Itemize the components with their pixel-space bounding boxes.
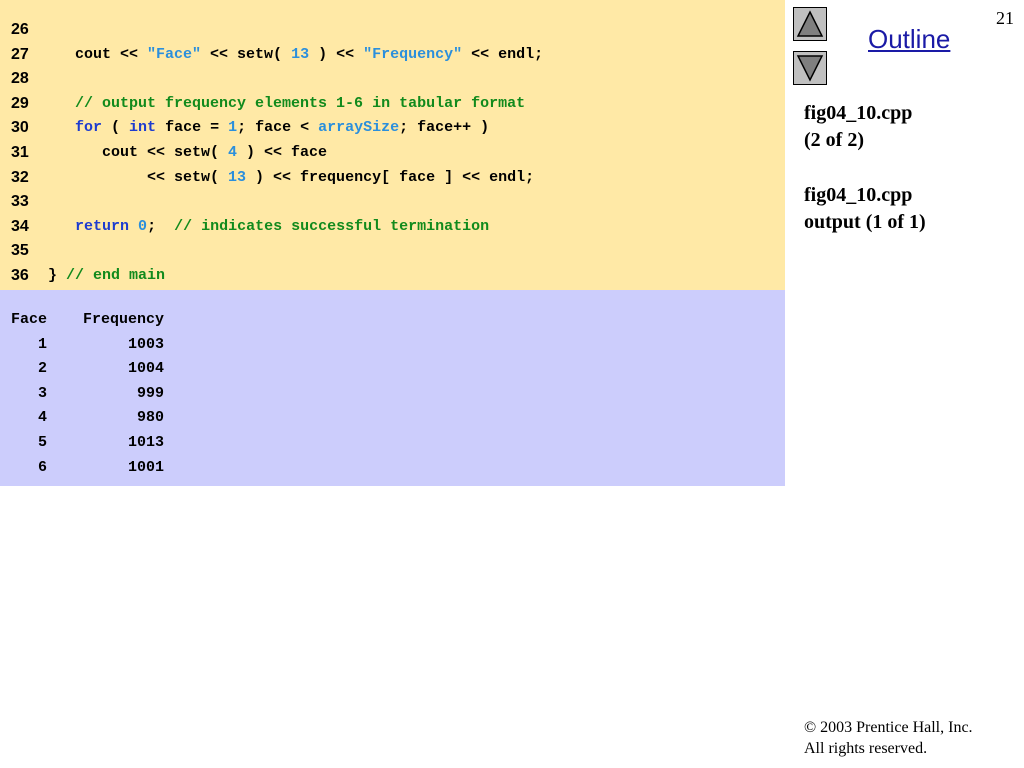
code-token: ; face < (237, 119, 319, 137)
line-number: 35 (11, 242, 29, 260)
line-number: 33 (11, 193, 29, 211)
output-line: 4 980 (11, 409, 165, 427)
code-token: ) << (309, 45, 364, 63)
file-label: fig04_10.cpp (2 of 2) (804, 100, 912, 154)
code-token: "Frequency" (363, 45, 463, 63)
code-token: // output frequency elements 1-6 in tabu… (75, 94, 526, 112)
output-line: 6 1001 (11, 458, 165, 476)
program-output-panel: Face Frequency 1 1003 2 1004 3 999 4 980… (0, 290, 785, 486)
output-line: 2 1004 (11, 360, 165, 378)
outline-link[interactable]: Outline (868, 24, 950, 55)
line-number: 28 (11, 70, 29, 88)
file-part: (2 of 2) (804, 129, 864, 151)
file-name: fig04_10.cpp (804, 102, 913, 124)
triangle-up-icon (796, 10, 824, 37)
code-token: ; (147, 217, 175, 235)
slide-number: 21 (996, 8, 1014, 28)
code-text: cout << setw( 4 ) << face (48, 141, 327, 165)
line-number: 30 (11, 119, 29, 137)
output-line: 1 1003 (11, 335, 165, 353)
output-line: Face Frequency (11, 311, 165, 328)
code-token: << setw( (201, 45, 292, 63)
code-token: 4 (228, 144, 238, 161)
file-part: output (1 of 1) (804, 211, 926, 233)
code-token: cout << (48, 45, 148, 63)
code-token: for (75, 119, 103, 137)
code-token: 0 (138, 217, 148, 235)
line-number: 34 (11, 217, 29, 235)
line-number: 27 (11, 45, 29, 63)
code-token: "Face" (147, 45, 202, 63)
copyright-notice: © 2003 Prentice Hall, Inc. (804, 718, 973, 738)
code-text: return 0; // indicates successful termin… (48, 215, 489, 239)
code-text: } // end main (48, 264, 165, 288)
code-token: 13 (291, 45, 310, 63)
code-token: cout << setw( (48, 144, 229, 161)
line-number: 26 (11, 21, 29, 38)
triangle-down-icon (796, 55, 824, 82)
code-token: ; face++ ) (399, 119, 490, 137)
code-token: // indicates successful termination (174, 217, 490, 235)
line-number: 36 (11, 267, 29, 284)
copyright-text: 2003 Prentice Hall, Inc. (816, 719, 973, 736)
code-token: // end main (66, 267, 166, 284)
line-number: 29 (11, 94, 29, 112)
code-token: int (129, 119, 157, 137)
previous-slide-button[interactable] (793, 7, 827, 41)
code-token: return (75, 217, 130, 235)
code-token: face = (156, 119, 229, 137)
code-token: 1 (228, 119, 238, 137)
line-number: 31 (11, 144, 29, 161)
next-slide-button[interactable] (793, 51, 827, 85)
file-name: fig04_10.cpp (804, 184, 913, 206)
output-file-label: fig04_10.cpp output (1 of 1) (804, 182, 926, 236)
output-line: 5 1013 (11, 434, 165, 451)
line-number: 32 (11, 168, 29, 186)
code-listing-panel: 26 27 cout << "Face" << setw( 13 ) << "Fr… (0, 0, 785, 290)
copyright-symbol: © (804, 719, 817, 736)
code-token: ( (102, 119, 130, 137)
rights-notice: All rights reserved. (804, 740, 928, 757)
output-line: 3 999 (11, 384, 165, 402)
code-token: ) << frequency[ face ] << endl; (246, 168, 535, 186)
code-token: << endl; (462, 45, 544, 63)
code-text: for ( int face = 1; face < arraySize; fa… (48, 116, 489, 140)
code-token: << setw( (48, 168, 229, 186)
code-text: << setw( 13 ) << frequency[ face ] << en… (48, 166, 534, 190)
code-token: ) << face (237, 144, 328, 161)
code-token: 13 (228, 168, 247, 186)
code-token: arraySize (318, 119, 400, 137)
code-text: // output frequency elements 1-6 in tabu… (48, 92, 525, 116)
code-token: } (48, 267, 67, 284)
code-text: cout << "Face" << setw( 13 ) << "Frequen… (48, 43, 543, 67)
